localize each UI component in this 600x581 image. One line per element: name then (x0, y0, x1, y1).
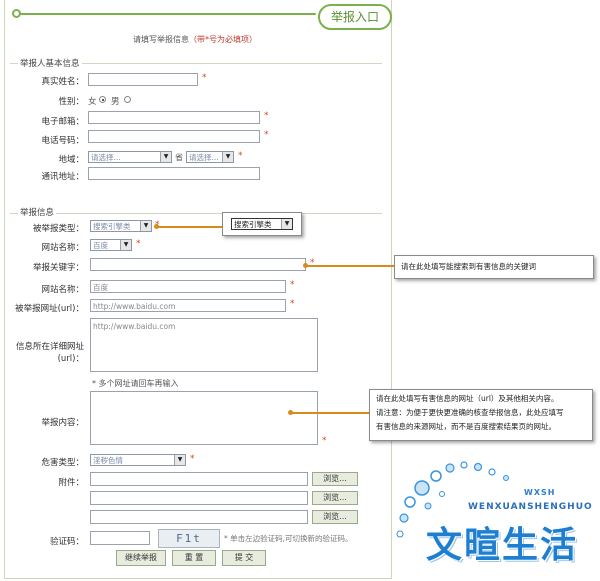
required-mark: * (290, 280, 295, 290)
content-tip-callout: 请在此处填写有害信息的网址（url）及其他相关内容。 请注意：为便于更快更准确的… (369, 389, 593, 441)
form-notice: 请填写举报信息（带*号为必填项） (0, 34, 390, 45)
captcha-input[interactable] (90, 531, 150, 545)
detail-url-hint: * 多个网址请回车再输入 (92, 379, 179, 388)
required-mark: * (322, 436, 327, 446)
city-select-value: 请选择... (189, 153, 219, 162)
required-mark: * (202, 73, 207, 83)
header-ornament-icon (12, 9, 21, 18)
attachment-field-1[interactable] (90, 472, 308, 486)
gender-female-radio[interactable] (99, 96, 106, 103)
province-suffix: 省 (175, 153, 183, 162)
reset-button[interactable]: 重 置 (172, 550, 216, 566)
site-name-value: 百度 (93, 241, 108, 250)
attachment-label: 附件： (58, 478, 84, 488)
detail-url-textarea[interactable]: http://www.baidu.com (90, 318, 318, 372)
report-type-select[interactable]: 搜索引擎类 ▼ (90, 220, 152, 232)
captcha-image[interactable]: F1t Csi (158, 529, 220, 562)
content-tip-line3: 有害信息的来源网址，而不是百度搜索结果页的网址。 (376, 422, 556, 431)
logo-english-name: WENXUANSHENGHUO (468, 502, 593, 512)
section-title-report: 举报信息 (18, 206, 57, 218)
browse-button-2[interactable]: 浏览... (312, 491, 358, 505)
page-title: 举报入口 (318, 4, 392, 30)
required-mark: * (264, 130, 269, 140)
gender-label: 性别： (58, 97, 84, 107)
notice-text: 请填写举报信息 (133, 35, 189, 44)
chevron-down-icon: ▼ (140, 221, 151, 231)
email-label: 电子邮箱： (41, 117, 84, 127)
content-textarea[interactable] (90, 391, 318, 445)
gender-male-radio[interactable] (124, 96, 131, 103)
site-logo: WXSH WENXUANSHENGHUO 文暄生活 (392, 458, 598, 578)
city-select[interactable]: 请选择... ▼ (186, 151, 234, 163)
gender-male-label: 男 (111, 97, 120, 107)
dropdown-callout-select: 搜索引擎类 ▼ (231, 218, 293, 230)
required-mark: * (136, 239, 141, 249)
province-select[interactable]: 请选择... ▼ (88, 151, 172, 163)
real-name-input[interactable] (88, 73, 198, 86)
harm-type-label: 危害类型： (41, 458, 84, 468)
harm-type-value: 淫秽色情 (93, 456, 123, 465)
callout-connector (292, 412, 370, 414)
chevron-down-icon: ▼ (160, 152, 171, 162)
captcha-hint: * 单击左边验证码,可切换新的验证码。 (224, 534, 353, 543)
detail-url-label-line1: 信息所在详细网址 (15, 342, 84, 352)
name-label: 真实姓名： (41, 77, 84, 87)
province-select-value: 请选择... (91, 153, 121, 162)
content-tip-line1: 请在此处填写有害信息的网址（url）及其他相关内容。 (376, 394, 559, 403)
continue-report-button[interactable]: 继续举报 (116, 550, 166, 566)
attachment-field-2[interactable] (90, 491, 308, 505)
report-type-value: 搜索引擎类 (93, 222, 131, 231)
section-title-basic: 举报人基本信息 (18, 57, 82, 69)
url-input[interactable]: http://www.baidu.com (90, 299, 286, 312)
keyword-tip-callout: 请在此处填写能搜索到有害信息的关键词 (394, 255, 594, 279)
email-field[interactable] (88, 111, 260, 124)
content-tip-line2: 请注意：为便于更快更准确的核查举报信息，此处应填写 (376, 408, 564, 417)
logo-chinese-name: 文暄生活 (426, 525, 579, 566)
chevron-down-icon: ▼ (120, 240, 131, 250)
site-name-select[interactable]: 百度 ▼ (90, 239, 132, 251)
browse-button-1[interactable]: 浏览... (312, 472, 358, 486)
callout-connector (158, 226, 222, 228)
required-mark: * (190, 454, 195, 464)
captcha-label: 验证码： (49, 537, 84, 547)
phone-field[interactable] (88, 130, 260, 143)
chevron-down-icon: ▼ (174, 455, 185, 465)
keyword-input[interactable] (90, 258, 306, 271)
address-label: 通讯地址： (41, 172, 84, 182)
required-mark: * (238, 151, 243, 161)
phone-label: 电话号码： (41, 136, 84, 146)
site-name2-label: 网站名称： (41, 285, 84, 295)
logo-badge: WXSH (524, 488, 556, 497)
dropdown-callout-value: 搜索引擎类 (234, 220, 272, 229)
region-label: 地域： (58, 155, 84, 165)
keyword-label: 举报关键字： (32, 263, 84, 273)
content-label: 举报内容： (41, 418, 84, 428)
site-name-label: 网站名称： (41, 243, 84, 253)
site-name-input[interactable]: 百度 (90, 280, 286, 293)
callout-connector (307, 265, 394, 267)
header-rule (20, 13, 316, 15)
required-note: （带*号为必填项） (189, 35, 257, 44)
attachment-field-3[interactable] (90, 510, 308, 524)
browse-button-3[interactable]: 浏览... (312, 510, 358, 524)
submit-button[interactable]: 提 交 (222, 550, 266, 566)
chevron-down-icon: ▼ (281, 219, 292, 229)
detail-url-label-line2: (url)： (57, 354, 84, 364)
dropdown-callout: 搜索引擎类 ▼ (222, 212, 302, 236)
address-field[interactable] (88, 167, 260, 180)
chevron-down-icon: ▼ (222, 152, 233, 162)
url-label: 被举报网址(url)： (15, 304, 84, 314)
required-mark: * (290, 299, 295, 309)
gender-female-label: 女 (88, 97, 97, 107)
required-mark: * (264, 111, 269, 121)
report-type-label: 被举报类型： (32, 224, 84, 234)
harm-type-select[interactable]: 淫秽色情 ▼ (90, 454, 186, 466)
